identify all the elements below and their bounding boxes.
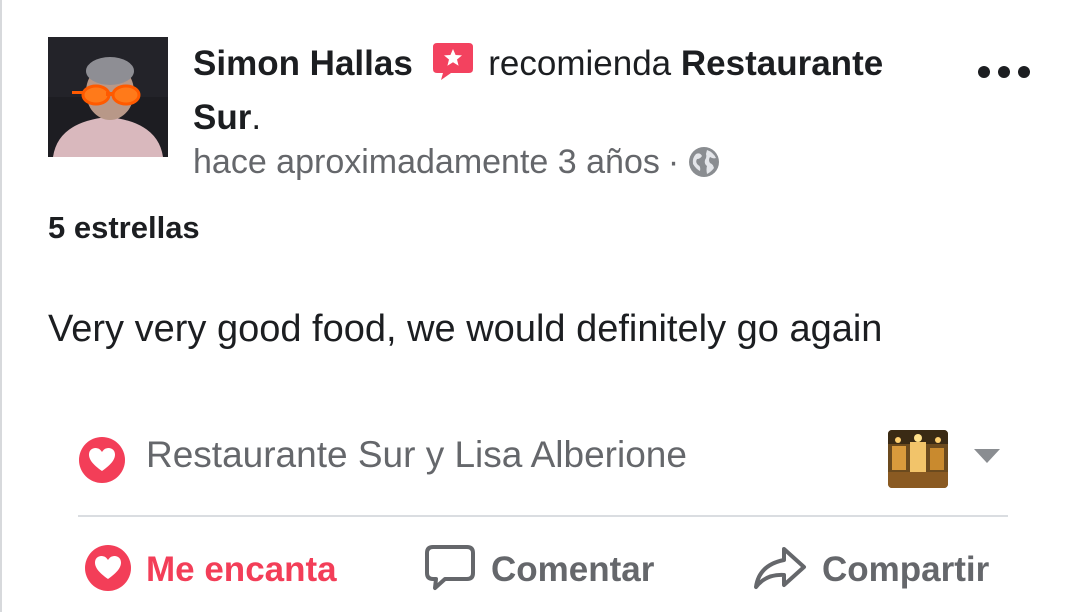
share-button-label: Compartir xyxy=(822,550,990,589)
share-icon xyxy=(752,543,808,598)
review-text: Very very good food, we would definitely… xyxy=(48,308,883,350)
love-button[interactable]: Me encanta xyxy=(84,540,337,600)
recommendation-icon xyxy=(431,41,475,94)
more-dot xyxy=(1018,66,1030,78)
page-suffix: . xyxy=(251,98,262,137)
reactions-bar[interactable]: Restaurante Sur y Lisa Alberione xyxy=(78,430,1008,488)
love-button-label: Me encanta xyxy=(146,550,337,589)
avatar-photo xyxy=(48,37,168,157)
share-button[interactable]: Compartir xyxy=(752,540,989,600)
reaction-names[interactable]: Restaurante Sur y Lisa Alberione xyxy=(146,434,687,476)
recommends-verb: recomienda xyxy=(488,44,672,83)
post-header: Simon Hallas recomienda Restaurante Sur. xyxy=(193,40,953,142)
more-options-button[interactable] xyxy=(974,52,1034,92)
comment-button-label: Comentar xyxy=(491,550,655,589)
meta-separator: · xyxy=(667,143,680,181)
reactor-thumbnail[interactable] xyxy=(888,430,948,488)
rating-text: 5 estrellas xyxy=(48,210,200,245)
author-name[interactable]: Simon Hallas xyxy=(193,44,413,83)
comment-button[interactable]: Comentar xyxy=(423,540,654,600)
timestamp[interactable]: hace aproximadamente 3 años xyxy=(193,143,660,181)
post-meta: hace aproximadamente 3 años · xyxy=(193,140,721,190)
divider xyxy=(78,515,1008,517)
heart-icon xyxy=(84,544,132,597)
action-bar: Me encanta Comentar Compartir xyxy=(78,540,1008,600)
globe-icon xyxy=(687,145,721,190)
comment-icon xyxy=(423,543,477,598)
avatar[interactable] xyxy=(48,37,168,157)
post-card: Simon Hallas recomienda Restaurante Sur.… xyxy=(0,0,1080,612)
chevron-down-icon[interactable] xyxy=(972,446,1002,471)
more-dot xyxy=(978,66,990,78)
more-dot xyxy=(998,66,1010,78)
heart-icon xyxy=(78,436,126,489)
